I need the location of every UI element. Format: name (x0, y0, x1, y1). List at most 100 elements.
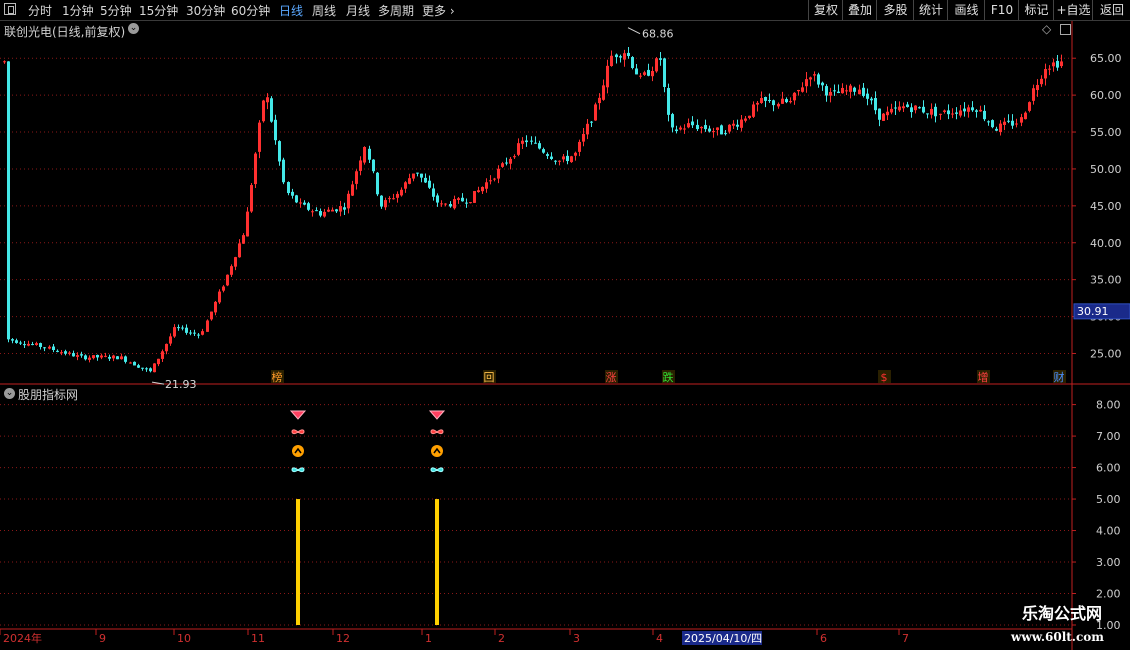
tab-period-5[interactable]: 60分钟 (231, 2, 270, 19)
candle-body (845, 90, 848, 92)
candle-body (578, 141, 581, 152)
candle-body (11, 339, 14, 341)
tab-period-8[interactable]: 月线 (346, 2, 370, 19)
candle-body (732, 123, 735, 126)
toolbar-button-7[interactable]: +自选 (1053, 0, 1093, 20)
candle-body (461, 197, 464, 202)
candle-body (671, 114, 674, 128)
candle-body (408, 178, 411, 184)
candle-body (129, 362, 132, 364)
candle-body (315, 210, 318, 212)
candle-body (84, 355, 87, 360)
toolbar-button-4[interactable]: 画线 (947, 0, 985, 20)
candle-body (165, 343, 168, 352)
candle-body (890, 108, 893, 113)
toolbar-button-0[interactable]: 复权 (808, 0, 843, 20)
indicator-tick-label: 4.00 (1096, 525, 1121, 538)
tab-period-10[interactable]: 更多 › (422, 2, 455, 19)
panel-layout-icon[interactable] (1060, 24, 1071, 35)
candle-body (975, 110, 978, 112)
event-marker-label: 回 (484, 371, 495, 384)
candle-body (606, 65, 609, 88)
tab-period-9[interactable]: 多周期 (378, 2, 414, 19)
diamond-toggle-icon[interactable]: ◇ (1042, 22, 1051, 36)
candle-body (910, 107, 913, 113)
candle-body (266, 97, 269, 103)
candle-body (566, 155, 569, 162)
butterfly-icon (291, 429, 305, 435)
candle-body (517, 143, 520, 155)
candle-body (882, 113, 885, 121)
tab-period-4[interactable]: 30分钟 (186, 2, 225, 19)
candle-body (687, 123, 690, 128)
candle-body (971, 107, 974, 111)
candle-body (918, 107, 921, 109)
toolbar-button-5[interactable]: F10 (984, 0, 1019, 20)
candle-body (96, 354, 99, 358)
indicator-tick-label: 7.00 (1096, 430, 1121, 443)
tab-period-2[interactable]: 5分钟 (100, 2, 132, 19)
toolbar-button-3[interactable]: 统计 (913, 0, 948, 20)
candle-body (501, 163, 504, 167)
up-arrow-icon (292, 445, 304, 457)
candle-body (60, 352, 63, 354)
tab-period-0[interactable]: 分时 (28, 2, 52, 19)
candle-body (534, 142, 537, 144)
candle-body (870, 98, 873, 101)
toolbar-button-8[interactable]: 返回 (1092, 0, 1130, 20)
candle-body (388, 198, 391, 200)
candle-body (554, 160, 557, 162)
candle-body (538, 143, 541, 149)
candle-body (683, 128, 686, 130)
indicator-tick-label: 5.00 (1096, 493, 1121, 506)
toolbar-button-1[interactable]: 叠加 (842, 0, 877, 20)
toolbar-button-6[interactable]: 标记 (1018, 0, 1054, 20)
toolbar-button-2[interactable]: 多股 (876, 0, 914, 20)
candle-body (866, 93, 869, 99)
candle-body (736, 124, 739, 127)
chevron-down-icon[interactable]: ⌄ (4, 388, 15, 399)
candle-body (48, 346, 51, 349)
tab-period-7[interactable]: 周线 (312, 2, 336, 19)
stock-chart[interactable]: 65.0060.0055.0050.0045.0040.0035.0030.00… (0, 21, 1130, 650)
tab-period-3[interactable]: 15分钟 (139, 2, 178, 19)
candle-body (274, 119, 277, 141)
candle-body (339, 206, 342, 212)
indicator-tick-label: 6.00 (1096, 462, 1121, 475)
candle-body (412, 173, 415, 179)
top-toolbar: 分时 1分钟 5分钟 15分钟 30分钟 60分钟 日线 周线 月线 多周期 更多 › 复权 叠加 多股… (0, 0, 1130, 21)
candle-body (1028, 102, 1031, 111)
candle-body (967, 107, 970, 112)
indicator-tick-label: 3.00 (1096, 556, 1121, 569)
tab-period-1[interactable]: 1分钟 (62, 2, 94, 19)
candle-body (449, 203, 452, 207)
candle-body (797, 90, 800, 92)
candle-body (311, 211, 314, 213)
candle-body (979, 109, 982, 112)
candle-body (392, 198, 395, 200)
candle-body (943, 110, 946, 112)
candle-body (995, 128, 998, 131)
candle-body (878, 108, 881, 120)
indicator-panel-title: 股朋指标网 (18, 388, 79, 402)
candle-body (133, 361, 136, 366)
candle-body (582, 133, 585, 142)
time-axis-label: 3 (573, 632, 580, 645)
tab-period-6[interactable]: 日线 (279, 2, 303, 19)
menu-icon[interactable] (4, 3, 16, 15)
candle-body (781, 98, 784, 104)
candle-body (586, 123, 589, 135)
candle-body (963, 108, 966, 112)
candle-body (562, 156, 565, 160)
candle-body (246, 211, 249, 237)
candle-body (238, 243, 241, 258)
candle-body (355, 171, 358, 184)
candle-body (307, 203, 310, 210)
chevron-down-icon[interactable]: ⌄ (128, 23, 139, 34)
candle-body (659, 58, 662, 60)
candle-body (201, 331, 204, 335)
price-tick-label: 60.00 (1090, 89, 1122, 102)
candle-body (157, 358, 160, 365)
indicator-tick-label: 8.00 (1096, 399, 1121, 412)
candle-body (655, 58, 658, 72)
